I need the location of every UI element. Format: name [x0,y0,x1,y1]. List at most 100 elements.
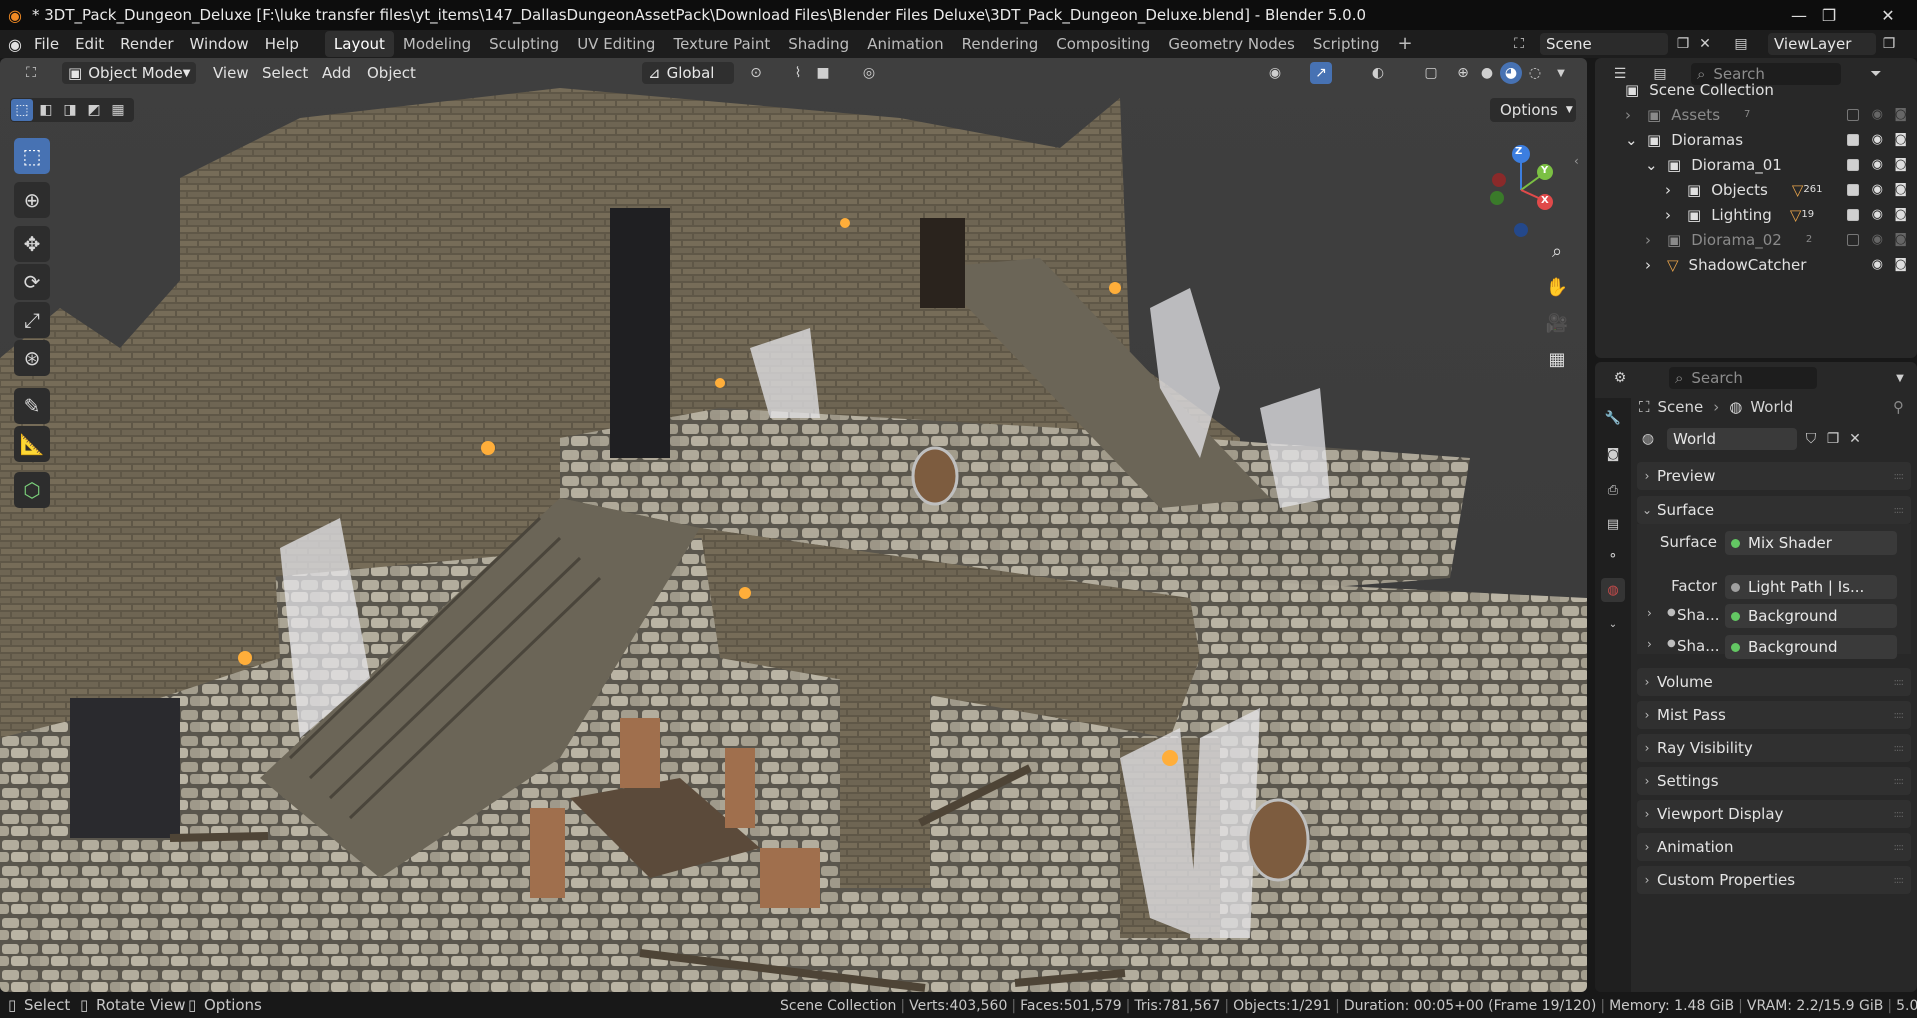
transform-orientation-selector[interactable]: ⊿ Global [642,62,734,84]
eye-icon[interactable]: ◉ [1872,257,1883,272]
scene-tab[interactable]: ⚬ [1601,544,1625,568]
new-world-icon[interactable]: ❐ [1822,428,1844,450]
world-datablock-field[interactable]: World [1667,428,1797,450]
new-selection-icon[interactable]: ⬚ [11,99,33,121]
drag-handle-icon[interactable]: :::: [1894,677,1905,688]
eye-icon[interactable]: ◉ [1872,107,1883,122]
snap-icon[interactable]: ⌇ [787,62,809,84]
shader2-field[interactable]: Background [1725,635,1897,659]
rendered-shading-icon[interactable]: ◌ [1524,62,1546,84]
mode-selector[interactable]: ▣ Object Mode ▼ [62,62,196,84]
factor-field[interactable]: Light Path | Is... [1725,575,1897,599]
outliner-row-diorama-01[interactable]: ⌄ ▣ Diorama_01 ◉ ◙ [1595,152,1917,177]
tab-texture-paint[interactable]: Texture Paint [664,31,779,57]
invert-selection-icon[interactable]: ◩ [83,99,105,121]
tab-compositing[interactable]: Compositing [1047,31,1159,57]
menu-render[interactable]: Render [112,30,181,58]
view-layer-selector[interactable]: ViewLayer [1768,33,1876,55]
tab-scripting[interactable]: Scripting [1304,31,1389,57]
eye-icon[interactable]: ◉ [1872,182,1883,197]
camera-icon[interactable]: ◙ [1894,107,1907,122]
camera-icon[interactable]: ◙ [1894,132,1907,147]
visibility-icon[interactable]: ◉ [1264,62,1286,84]
select-box-tool[interactable]: ⬚ [14,138,50,174]
properties-search[interactable]: ⌕ Search [1669,367,1817,389]
drag-handle-icon[interactable]: :::: [1894,743,1905,754]
expand-chevron-icon[interactable]: › [1625,106,1639,124]
tab-layout[interactable]: Layout [324,31,394,57]
tool-tab[interactable]: 🔧 [1601,406,1625,430]
tab-sculpting[interactable]: Sculpting [480,31,568,57]
ray-visibility-panel-header[interactable]: › Ray Visibility :::: [1637,734,1911,762]
camera-icon[interactable]: ◙ [1894,157,1907,172]
preview-panel-header[interactable]: › Preview :::: [1637,462,1911,490]
sidebar-toggle-chevron-icon[interactable]: ‹ [1574,154,1579,168]
drag-handle-icon[interactable]: :::: [1894,710,1905,721]
exclude-checkbox[interactable] [1847,208,1859,221]
tab-uv-editing[interactable]: UV Editing [568,31,664,57]
zoom-button[interactable]: ⌕ [1540,234,1574,268]
outliner-row-lighting[interactable]: › ▣ Lighting ▽ 19 ◉ ◙ [1595,202,1917,227]
eye-icon[interactable]: ◉ [1872,157,1883,172]
expand-chevron-icon[interactable]: › [1665,206,1679,224]
rotate-tool[interactable]: ⟳ [14,264,50,300]
drag-handle-icon[interactable]: :::: [1894,842,1905,853]
menu-object[interactable]: Object [360,61,423,85]
measure-tool[interactable]: 📐 [14,426,50,462]
outliner-row-dioramas[interactable]: ⌄ ▣ Dioramas ◉ ◙ [1595,127,1917,152]
menu-help[interactable]: Help [257,30,307,58]
transform-tool[interactable]: ⊛ [14,340,50,376]
add-workspace-button[interactable]: + [1389,31,1422,57]
exclude-checkbox[interactable] [1847,183,1859,196]
world-browse-icon[interactable]: ◍ [1637,428,1659,450]
menu-edit[interactable]: Edit [67,30,112,58]
tab-rendering[interactable]: Rendering [953,31,1048,57]
exclude-checkbox[interactable] [1847,233,1859,246]
pan-button[interactable]: ✋ [1540,270,1574,304]
wireframe-shading-icon[interactable]: ⊕ [1452,62,1474,84]
view-layer-icon[interactable]: ▤ [1730,33,1752,55]
exclude-checkbox[interactable] [1847,108,1859,121]
camera-icon[interactable]: ◙ [1894,257,1907,272]
new-scene-icon[interactable]: ❐ [1672,33,1694,55]
menu-view[interactable]: View [206,61,256,85]
viewport-display-panel-header[interactable]: › Viewport Display :::: [1637,800,1911,828]
volume-panel-header[interactable]: › Volume :::: [1637,668,1911,696]
render-tab[interactable]: ◙ [1601,442,1625,466]
maximize-button[interactable]: ❐ [1800,0,1858,30]
properties-options-chevron-icon[interactable]: ▼ [1889,367,1911,389]
eye-icon[interactable]: ◉ [1872,207,1883,222]
proportional-edit-icon[interactable]: ◎ [858,62,880,84]
menu-select[interactable]: Select [255,61,315,85]
outliner-row-objects[interactable]: › ▣ Objects ▽ 261 ◉ ◙ [1595,177,1917,202]
close-button[interactable]: ✕ [1859,0,1917,30]
more-tabs[interactable]: ⌄ [1601,612,1625,636]
move-tool[interactable]: ✥ [14,226,50,262]
tab-animation[interactable]: Animation [858,31,952,57]
surface-shader-field[interactable]: Mix Shader [1725,531,1897,555]
outliner-row-assets[interactable]: › ▣ Assets 7 ◉ ◙ [1595,102,1917,127]
output-tab[interactable]: ⎙ [1601,478,1625,502]
fake-user-icon[interactable]: ⛉ [1800,428,1822,450]
world-tab[interactable]: ◍ [1601,578,1625,602]
solid-shading-icon[interactable]: ● [1476,62,1498,84]
expand-chevron-icon[interactable]: › [1647,637,1652,651]
menu-file[interactable]: File [26,30,67,58]
expand-chevron-icon[interactable]: › [1665,181,1679,199]
view-layer-tab[interactable]: ▤ [1601,512,1625,536]
add-cube-tool[interactable]: ⬡ [14,472,50,508]
drag-handle-icon[interactable]: :::: [1894,471,1905,482]
overlays-icon[interactable]: ◐ [1367,62,1389,84]
scale-tool[interactable]: ⤢ [14,302,50,338]
intersect-selection-icon[interactable]: ▦ [107,99,129,121]
scene-icon[interactable]: ⛶ [1508,33,1530,55]
snap-target-icon[interactable]: ■ [812,62,834,84]
annotate-tool[interactable]: ✎ [14,388,50,424]
extend-selection-icon[interactable]: ◧ [35,99,57,121]
expand-chevron-icon[interactable]: › [1645,231,1659,249]
outliner-row-scene-collection[interactable]: ▣ Scene Collection [1595,77,1917,102]
surface-panel-header[interactable]: ⌄ Surface :::: [1637,496,1911,524]
camera-icon[interactable]: ◙ [1894,207,1907,222]
unlink-world-icon[interactable]: ✕ [1844,428,1866,450]
exclude-checkbox[interactable] [1847,133,1859,146]
